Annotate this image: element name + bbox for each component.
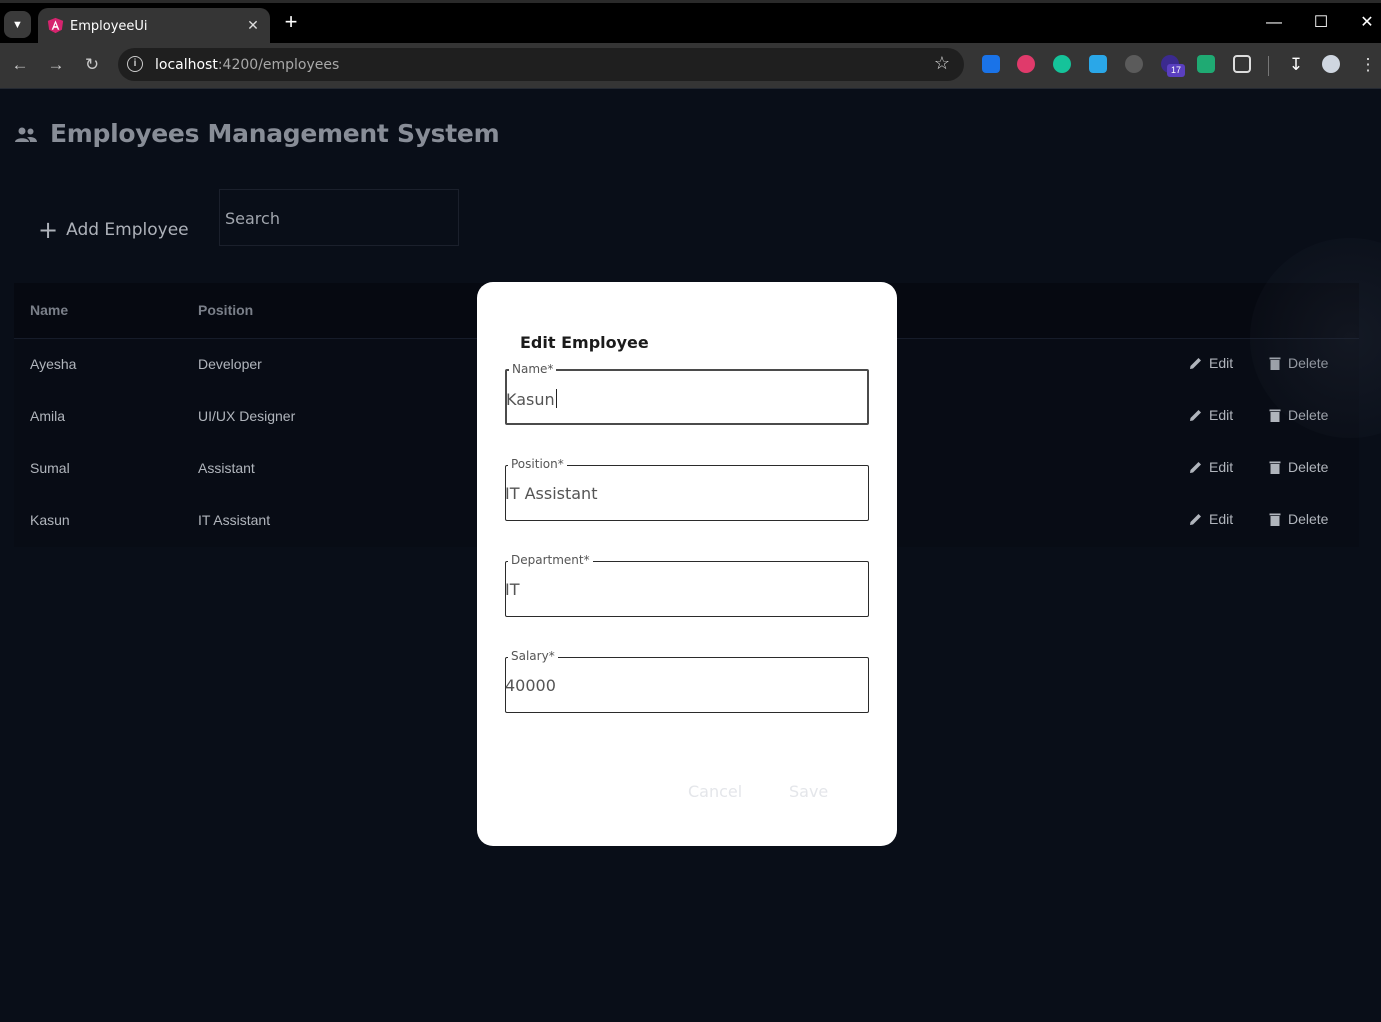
extension-badge: 17 [1167,64,1185,77]
salary-field[interactable]: Salary* 40000 [505,649,869,713]
minimize-icon[interactable]: — [1264,13,1284,33]
angular-logo-icon [47,17,64,34]
reload-icon[interactable]: ↻ [81,54,103,76]
department-field-value: IT [505,580,520,599]
position-field-value: IT Assistant [505,484,598,503]
extension-icon-4[interactable] [1089,55,1107,73]
tab-search-button[interactable]: ▼ [4,11,31,38]
extension-icon-7[interactable] [1197,55,1215,73]
bookmark-star-icon[interactable]: ☆ [934,53,950,74]
toolbar-divider [1268,56,1269,76]
forward-arrow-icon[interactable]: → [45,54,67,76]
browser-tab[interactable]: EmployeeUi ✕ [38,8,270,46]
salary-field-label: Salary* [508,649,558,663]
name-field-label: Name* [509,362,557,376]
new-tab-button[interactable]: + [279,11,303,35]
dialog-title: Edit Employee [520,333,649,352]
name-field[interactable]: Name* Kasun [505,362,869,425]
download-icon[interactable]: ↧ [1285,54,1307,76]
extensions-puzzle-icon[interactable] [1233,55,1251,73]
profile-avatar[interactable] [1322,55,1340,73]
position-field[interactable]: Position* IT Assistant [505,457,869,521]
position-field-label: Position* [508,457,567,471]
close-tab-icon[interactable]: ✕ [244,16,262,34]
grammarly-icon[interactable] [1053,55,1071,73]
back-arrow-icon[interactable]: ← [9,54,31,76]
wordpress-icon[interactable] [1125,55,1143,73]
extension-shield-icon[interactable] [1017,55,1035,73]
department-field[interactable]: Department* IT [505,553,869,617]
site-info-icon[interactable]: i [127,56,143,72]
background-glow [1250,238,1381,438]
save-button[interactable]: Save [789,782,828,801]
tab-title: EmployeeUi [70,19,148,34]
chevron-down-icon: ▼ [12,18,23,31]
close-window-icon[interactable]: ✕ [1357,13,1377,33]
address-bar[interactable]: i localhost:4200/employees ☆ [118,48,964,81]
more-menu-icon[interactable]: ⋮ [1357,54,1379,76]
url-text: localhost:4200/employees [155,57,340,73]
cancel-button[interactable]: Cancel [688,782,742,801]
name-field-value: Kasun [506,389,557,409]
edit-employee-dialog: Edit Employee Name* Kasun Position* IT A… [477,282,897,846]
salary-field-value: 40000 [505,676,556,695]
browser-tab-bar: ▼ EmployeeUi ✕ + — ☐ ✕ [0,0,1381,46]
extension-icon-1[interactable] [982,55,1000,73]
maximize-icon[interactable]: ☐ [1311,13,1331,33]
text-caret [555,389,557,408]
department-field-label: Department* [508,553,593,567]
